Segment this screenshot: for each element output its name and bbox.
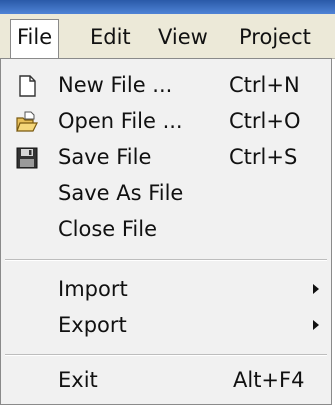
menu-separator [5, 259, 327, 261]
menubar-item-project[interactable]: Project [239, 20, 311, 54]
window-title-strip [0, 0, 335, 14]
menu-item-save-as-file[interactable]: Save As File [1, 175, 331, 211]
open-folder-icon [15, 110, 39, 134]
menubar-item-file[interactable]: File [10, 19, 60, 59]
menu-item-import[interactable]: Import [1, 271, 331, 307]
menu-item-label: Save File [58, 145, 152, 169]
menu-item-close-file[interactable]: Close File [1, 211, 331, 247]
submenu-arrow-icon [313, 320, 319, 330]
menu-item-label: Exit [58, 368, 98, 392]
menu-item-new-file[interactable]: New File ... Ctrl+N [1, 67, 331, 103]
menu-item-open-file[interactable]: Open File ... Ctrl+O [1, 103, 331, 139]
menu-item-exit[interactable]: Exit Alt+F4 [1, 362, 331, 398]
new-file-icon [15, 74, 39, 98]
menu-item-label: Open File ... [58, 109, 183, 133]
menu-item-label: Export [58, 313, 127, 337]
submenu-arrow-icon [313, 284, 319, 294]
menubar-item-edit[interactable]: Edit [90, 20, 131, 54]
menu-item-shortcut: Ctrl+S [229, 145, 298, 169]
floppy-disk-icon [15, 146, 39, 170]
menubar: File Edit View Project [0, 14, 335, 59]
menu-item-label: Close File [58, 217, 158, 241]
menu-item-shortcut: Alt+F4 [233, 368, 305, 392]
file-menu-dropdown: New File ... Ctrl+N Open File ... Ctrl+O… [0, 58, 332, 405]
menu-separator [5, 354, 327, 356]
menu-item-export[interactable]: Export [1, 307, 331, 343]
menu-item-shortcut: Ctrl+O [229, 109, 301, 133]
menubar-item-view[interactable]: View [158, 20, 208, 54]
menu-item-label: New File ... [58, 73, 173, 97]
menu-item-label: Import [58, 277, 128, 301]
menu-item-save-file[interactable]: Save File Ctrl+S [1, 139, 331, 175]
menu-item-shortcut: Ctrl+N [229, 73, 300, 97]
menu-item-label: Save As File [58, 181, 184, 205]
